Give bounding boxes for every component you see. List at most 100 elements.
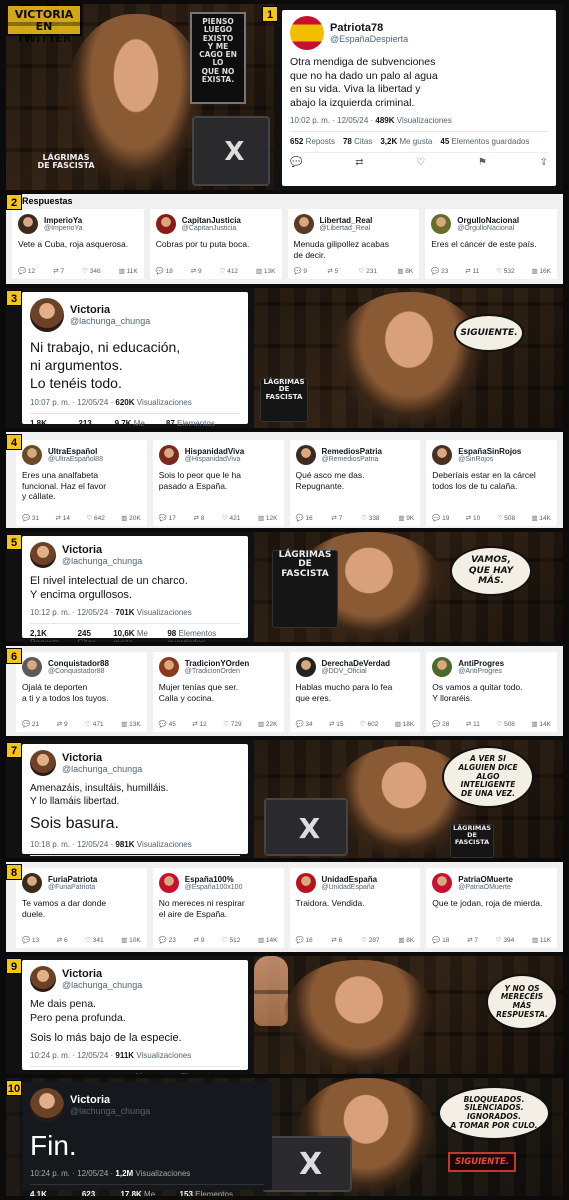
view-count[interactable]: ▥ 14K	[258, 936, 278, 944]
reply-avatar[interactable]	[155, 214, 176, 234]
share-icon[interactable]: ⇪	[540, 157, 548, 168]
reply-avatar[interactable]	[22, 445, 42, 465]
avatar[interactable]	[30, 750, 56, 776]
author-name[interactable]: Victoria	[70, 304, 150, 316]
reply-count[interactable]: 💬 34	[296, 720, 313, 728]
reply-name[interactable]: FuriaPatriota	[48, 875, 97, 884]
stat-saves[interactable]: 98 Elementos guardados	[167, 629, 240, 642]
siguiente-button[interactable]: SIGUIENTE.	[448, 1152, 516, 1172]
reply-card[interactable]: CapitanJusticia @CapitanJusticia Cobras po…	[149, 209, 282, 279]
reply-count[interactable]: 💬 12	[18, 267, 35, 275]
reply-card[interactable]: UnidadEspaña @UnidadEspaña Traidora. Vendi…	[289, 868, 421, 948]
stat-quotes[interactable]: 213 Citas	[78, 419, 106, 428]
stat-reposts[interactable]: 3,3K Reposts	[30, 1072, 69, 1074]
reply-count[interactable]: 💬 13	[22, 936, 39, 944]
reply-handle[interactable]: @ImperioYa	[44, 225, 83, 232]
reply-card[interactable]: España100% @España100x100 No mereces ni re…	[152, 868, 284, 948]
stat-reposts[interactable]: 2,1K Reposts	[30, 629, 70, 642]
repost-count[interactable]: ⇄ 9	[57, 720, 68, 728]
stat-quotes[interactable]: 412 Citas	[77, 1072, 104, 1074]
reply-count[interactable]: 💬 18	[156, 267, 173, 275]
reply-name[interactable]: UltraEspañol	[48, 447, 103, 456]
reply-name[interactable]: UnidadEspaña	[322, 875, 378, 884]
reply-count[interactable]: 💬 18	[432, 936, 449, 944]
view-count[interactable]: ▥ 10K	[121, 936, 141, 944]
reply-count[interactable]: 💬 23	[159, 936, 176, 944]
reply-handle[interactable]: @HispanidadViva	[185, 456, 244, 463]
reply-handle[interactable]: @CapitanJusticia	[182, 225, 241, 232]
view-count[interactable]: ▥ 14K	[531, 514, 551, 522]
repost-count[interactable]: ⇄ 11	[465, 267, 479, 275]
repost-count[interactable]: ⇄ 5	[327, 267, 338, 275]
stat-quotes[interactable]: 245 Citas	[78, 629, 106, 642]
repost-count[interactable]: ⇄ 15	[329, 720, 344, 728]
reply-name[interactable]: Conquistador88	[48, 659, 109, 668]
like-count[interactable]: ♡ 231	[359, 267, 378, 275]
repost-count[interactable]: ⇄ 7	[53, 267, 64, 275]
reply-count[interactable]: 💬 23	[431, 267, 448, 275]
author-name[interactable]: Victoria	[62, 544, 142, 556]
author-name[interactable]: Victoria	[62, 968, 142, 980]
reply-count[interactable]: 💬 31	[22, 514, 39, 522]
reply-handle[interactable]: @Conquistador88	[48, 668, 109, 675]
reply-handle[interactable]: @OrgulloNacional	[457, 225, 519, 232]
like-count[interactable]: ♡ 346	[82, 267, 101, 275]
heart-icon[interactable]: ♡	[416, 157, 425, 168]
reply-handle[interactable]: @TradicionOrden	[185, 668, 249, 675]
reply-card[interactable]: HispanidadViva @HispanidadViva Sois lo peo…	[152, 440, 284, 526]
reply-count[interactable]: 💬 17	[159, 514, 176, 522]
view-count[interactable]: ▥ 16K	[531, 267, 551, 275]
like-count[interactable]: ♡ 602	[360, 720, 379, 728]
reply-avatar[interactable]	[22, 873, 42, 893]
reply-count[interactable]: 💬 21	[22, 720, 39, 728]
reply-avatar[interactable]	[158, 873, 179, 893]
like-count[interactable]: ♡ 642	[86, 514, 105, 522]
reply-name[interactable]: PatriaOMuerte	[458, 875, 513, 884]
reply-card[interactable]: OrgulloNacional @OrgulloNacional Eres el c…	[425, 209, 557, 279]
reply-name[interactable]: Libertad_Real	[320, 216, 373, 225]
repost-count[interactable]: ⇄ 7	[467, 936, 478, 944]
stat-reposts[interactable]: 1,8K Reposts	[30, 419, 70, 428]
like-count[interactable]: ♡ 394	[496, 936, 515, 944]
author-handle[interactable]: @lachunga_chunga	[62, 764, 142, 774]
like-count[interactable]: ♡ 421	[222, 514, 241, 522]
like-count[interactable]: ♡ 512	[222, 936, 241, 944]
author-handle[interactable]: @lachunga_chunga	[70, 316, 150, 326]
author-handle[interactable]: @lachunga_chunga	[62, 556, 142, 566]
author-name[interactable]: Victoria	[70, 1094, 150, 1106]
avatar[interactable]	[30, 298, 64, 332]
like-count[interactable]: ♡ 508	[497, 514, 516, 522]
reply-handle[interactable]: @España100x100	[185, 884, 243, 891]
author-handle[interactable]: @lachunga_chunga	[70, 1106, 150, 1116]
repost-count[interactable]: ⇄ 10	[466, 514, 481, 522]
reply-card[interactable]: AntiProgres @AntiProgres Os vamos a quitar…	[426, 652, 557, 732]
stat-quotes[interactable]: 78 Citas	[343, 137, 372, 146]
like-count[interactable]: ♡ 412	[220, 267, 239, 275]
reply-card[interactable]: RemediosPatria @RemediosPatria Qué asco me…	[289, 440, 421, 526]
view-count[interactable]: ▥ 9K	[398, 514, 414, 522]
view-count[interactable]: ▥ 12K	[258, 514, 278, 522]
reply-name[interactable]: AntiProgres	[458, 659, 504, 668]
reply-avatar[interactable]	[432, 445, 453, 465]
reply-avatar[interactable]	[431, 214, 452, 234]
stat-quotes[interactable]: 623 Citas	[82, 1190, 113, 1196]
reply-avatar[interactable]	[432, 873, 453, 893]
reply-card[interactable]: Libertad_Real @Libertad_Real Menuda gilipo…	[287, 209, 420, 279]
reply-handle[interactable]: @RemediosPatria	[322, 456, 382, 463]
reply-avatar[interactable]	[22, 657, 42, 677]
stat-likes[interactable]: 15,2K Me gusta	[112, 1072, 157, 1074]
reply-name[interactable]: TradicionYOrden	[185, 659, 249, 668]
view-count[interactable]: ▥ 13K	[121, 720, 141, 728]
stat-saves[interactable]: 87 Elementos guardados	[166, 419, 240, 428]
author-handle[interactable]: @lachunga_chunga	[62, 980, 142, 990]
reply-handle[interactable]: @AntiProgres	[458, 668, 504, 675]
reply-count[interactable]: 💬 16	[296, 514, 313, 522]
reply-handle[interactable]: @UltraEspañol88	[48, 456, 103, 463]
repost-count[interactable]: ⇄ 14	[56, 514, 71, 522]
reply-avatar[interactable]	[158, 657, 179, 677]
stat-saves[interactable]: 153 Elementos guardados	[180, 1190, 264, 1196]
avatar[interactable]	[30, 1088, 64, 1122]
reply-count[interactable]: 💬 19	[432, 514, 449, 522]
stat-reposts[interactable]: 4,1K Reposts	[30, 1190, 74, 1196]
repost-count[interactable]: ⇄ 9	[193, 936, 204, 944]
